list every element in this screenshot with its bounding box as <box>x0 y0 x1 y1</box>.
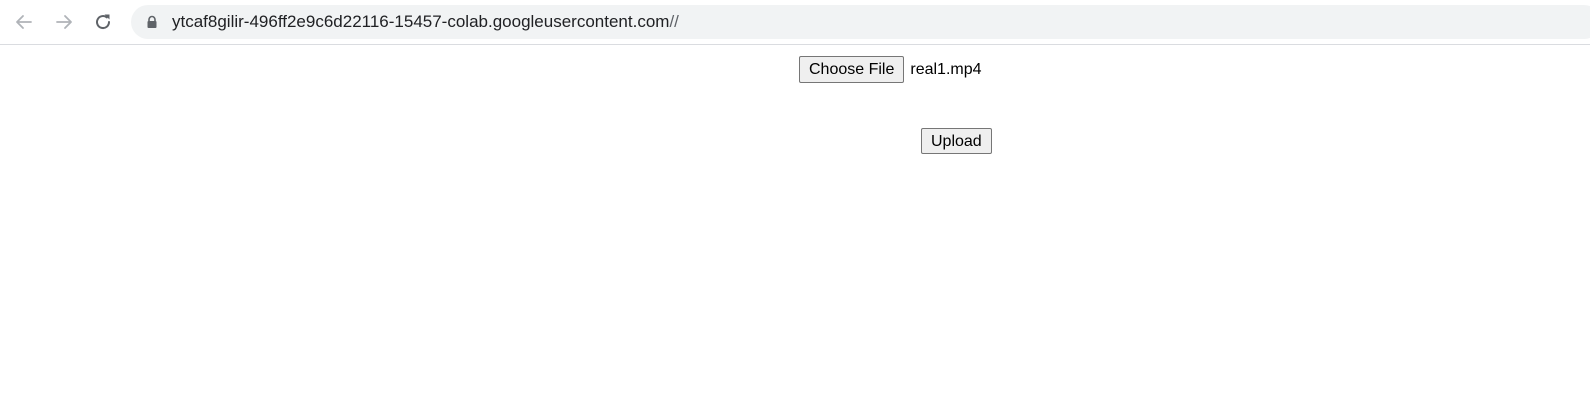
url-path: // <box>669 12 679 31</box>
lock-icon[interactable] <box>145 15 159 29</box>
address-bar[interactable]: ytcaf8gilir-496ff2e9c6d22116-15457-colab… <box>131 5 1590 39</box>
back-button[interactable] <box>10 8 38 36</box>
selected-file-name: real1.mp4 <box>910 60 982 78</box>
reload-button[interactable] <box>89 8 117 36</box>
file-input[interactable]: Choose File real1.mp4 <box>799 56 982 83</box>
browser-toolbar: ytcaf8gilir-496ff2e9c6d22116-15457-colab… <box>0 0 1590 45</box>
choose-file-button[interactable]: Choose File <box>799 56 905 83</box>
forward-button[interactable] <box>50 8 78 36</box>
arrow-right-icon <box>54 12 74 32</box>
arrow-left-icon <box>14 12 34 32</box>
url-host: ytcaf8gilir-496ff2e9c6d22116-15457-colab… <box>172 12 670 31</box>
reload-icon <box>93 12 113 32</box>
url-text: ytcaf8gilir-496ff2e9c6d22116-15457-colab… <box>172 12 679 32</box>
page-content: Choose File real1.mp4 Upload <box>0 45 1590 400</box>
upload-button[interactable]: Upload <box>921 128 992 154</box>
